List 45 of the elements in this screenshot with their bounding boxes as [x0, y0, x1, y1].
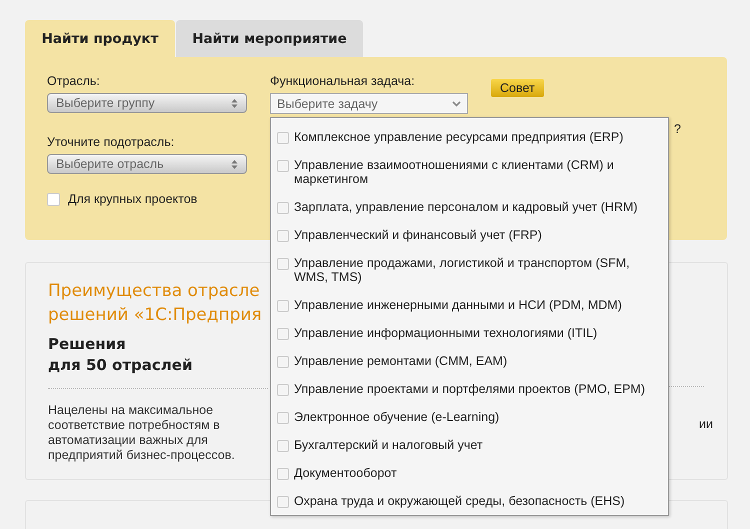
checkbox[interactable]	[277, 440, 289, 452]
checkbox[interactable]	[277, 160, 289, 172]
updown-icon	[231, 98, 238, 108]
field-label: Функциональная задача:	[270, 74, 415, 88]
checkbox[interactable]	[277, 230, 289, 242]
card-description: ии	[699, 417, 714, 431]
checkbox[interactable]	[277, 132, 289, 144]
option-label[interactable]: Охрана труда и окружающей среды, безопасность (EHS)	[294, 494, 662, 508]
checkbox[interactable]	[277, 496, 289, 508]
option-label[interactable]: Электронное обучение (e-Learning)	[294, 410, 662, 424]
option-label[interactable]: Управленческий и финансовый учет (FRP)	[294, 228, 662, 242]
select-field[interactable]: Выберите отрасль	[47, 154, 247, 174]
option-label[interactable]: Зарплата, управление персоналом и кадровый учет (HRM)	[294, 200, 662, 214]
checkbox[interactable]	[277, 202, 289, 214]
checkbox[interactable]	[277, 468, 289, 480]
card-title: Преимущества отрасле решений «1С:Предприя	[48, 280, 262, 327]
select-field[interactable]: Выберите задачу	[270, 93, 468, 114]
updown-icon	[231, 158, 238, 170]
option-label[interactable]: Управление инженерными данными и НСИ (PDM, MDM)	[294, 298, 662, 312]
select-field[interactable]: Выберите группу	[47, 93, 247, 113]
field-label: Уточните подотрасль:	[47, 135, 174, 149]
checkbox[interactable]	[277, 258, 289, 270]
tab[interactable]: Найти продукт	[25, 20, 175, 57]
field-label: Отрасль:	[47, 74, 100, 88]
checkbox[interactable]	[277, 328, 289, 340]
option-label[interactable]: Бухгалтерский и налоговый учет	[294, 438, 662, 452]
checkbox[interactable]	[277, 356, 289, 368]
checkbox[interactable]	[47, 192, 60, 206]
checkbox-label: Для крупных проектов	[68, 192, 198, 206]
card-subtitle: Решения для 50 отраслей	[48, 334, 192, 376]
option-label[interactable]: Комплексное управление ресурсами предприятия (ERP)	[294, 130, 662, 144]
chevron-down-icon	[452, 100, 461, 106]
card-description: Нацелены на максимальное соответствие потребностям в автоматизации важных для предприятий бизнес-процессов.	[48, 403, 236, 463]
option-label[interactable]: Управление взаимоотношениями с клиентами (CRM) и маркетингом	[294, 158, 662, 186]
option-label[interactable]: Управление продажами, логистикой и транспортом (SFM, WMS, TMS)	[294, 256, 662, 284]
checkbox[interactable]	[277, 412, 289, 424]
option-label[interactable]: Управление информационными технологиями (ITIL)	[294, 326, 662, 340]
tip-badge: Совет	[491, 79, 544, 97]
tab[interactable]: Найти мероприятие	[176, 20, 363, 57]
tip-text: ?	[674, 122, 681, 136]
option-label[interactable]: Управление проектами и портфелями проектов (PMO, EPM)	[294, 382, 662, 396]
option-label[interactable]: Документооборот	[294, 466, 662, 480]
checkbox[interactable]	[277, 384, 289, 396]
option-label[interactable]: Управление ремонтами (CMM, EAM)	[294, 354, 662, 368]
checkbox[interactable]	[277, 300, 289, 312]
